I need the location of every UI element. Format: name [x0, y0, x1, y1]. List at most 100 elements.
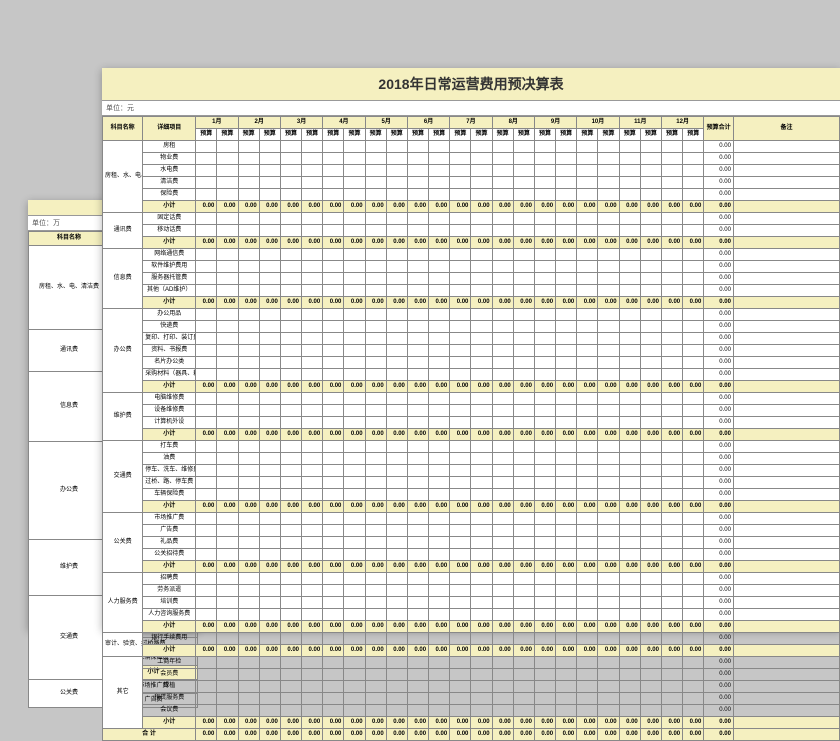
value-cell — [386, 657, 407, 669]
subtotal-cell: 0.00 — [492, 561, 513, 573]
value-cell — [407, 177, 428, 189]
subtotal-cell: 0.00 — [471, 381, 492, 393]
table-row: 人力服务费招聘费0.00 — [103, 573, 840, 585]
value-cell — [598, 189, 619, 201]
value-cell — [323, 525, 344, 537]
col-month: 5月 — [365, 117, 407, 129]
subtotal-cell: 0.00 — [217, 381, 238, 393]
detail-cell: 工商年检 — [143, 657, 196, 669]
subtotal-cell: 0.00 — [661, 429, 682, 441]
subtotal-cell: 0.00 — [429, 717, 450, 729]
value-cell — [302, 669, 323, 681]
subtotal-cell: 0.00 — [217, 429, 238, 441]
value-cell — [492, 309, 513, 321]
value-cell — [259, 525, 280, 537]
value-cell — [259, 153, 280, 165]
value-cell — [513, 177, 534, 189]
subtotal-cell: 0.00 — [598, 237, 619, 249]
value-cell — [344, 489, 365, 501]
value-cell — [386, 693, 407, 705]
value-cell — [344, 705, 365, 717]
value-cell — [640, 609, 661, 621]
subtotal-cell: 0.00 — [365, 621, 386, 633]
value-cell — [280, 225, 301, 237]
subtotal-cell: 0.00 — [640, 501, 661, 513]
value-cell — [619, 465, 640, 477]
subtotal-total: 0.00 — [704, 381, 734, 393]
value-cell — [577, 609, 598, 621]
value-cell — [323, 537, 344, 549]
subtotal-cell: 0.00 — [619, 645, 640, 657]
subtotal-row: 小计0.000.000.000.000.000.000.000.000.000.… — [103, 501, 840, 513]
value-cell — [513, 453, 534, 465]
value-cell — [302, 537, 323, 549]
value-cell — [259, 669, 280, 681]
value-cell — [344, 453, 365, 465]
value-cell — [619, 189, 640, 201]
value-cell — [365, 633, 386, 645]
value-cell — [259, 597, 280, 609]
value-cell — [513, 657, 534, 669]
subtotal-label: 小计 — [143, 237, 196, 249]
value-cell — [556, 249, 577, 261]
subtotal-cell: 0.00 — [661, 201, 682, 213]
value-cell — [365, 441, 386, 453]
detail-cell: 绿植 — [143, 681, 196, 693]
value-cell — [323, 345, 344, 357]
value-cell — [280, 405, 301, 417]
value-cell — [344, 405, 365, 417]
subtotal-cell: 0.00 — [196, 381, 217, 393]
value-cell — [534, 597, 555, 609]
value-cell — [386, 393, 407, 405]
value-cell — [365, 345, 386, 357]
value-cell — [471, 489, 492, 501]
value-cell — [577, 393, 598, 405]
value-cell — [556, 189, 577, 201]
col-category: 科目名称 — [103, 117, 143, 141]
value-cell — [556, 609, 577, 621]
title-bar: 2018年日常运营费用预决算表 — [102, 68, 840, 101]
value-cell — [661, 537, 682, 549]
value-cell — [683, 393, 704, 405]
value-cell — [238, 657, 259, 669]
col-sub: 预算 — [534, 129, 555, 141]
value-cell — [280, 189, 301, 201]
value-cell — [683, 261, 704, 273]
value-cell — [280, 369, 301, 381]
subtotal-cell: 0.00 — [280, 201, 301, 213]
value-cell — [598, 393, 619, 405]
value-cell — [238, 441, 259, 453]
value-cell — [196, 441, 217, 453]
subtotal-cell: 0.00 — [365, 561, 386, 573]
detail-cell: 其他（AD维护） — [143, 285, 196, 297]
value-cell — [640, 405, 661, 417]
detail-cell: 银行手续费用 — [143, 633, 196, 645]
subtotal-cell: 0.00 — [513, 561, 534, 573]
value-cell — [238, 357, 259, 369]
subtotal-cell: 0.00 — [471, 429, 492, 441]
value-cell — [619, 213, 640, 225]
subtotal-cell: 0.00 — [556, 297, 577, 309]
value-cell — [217, 633, 238, 645]
value-cell — [365, 213, 386, 225]
value-cell — [238, 213, 259, 225]
subtotal-cell: 0.00 — [238, 561, 259, 573]
col-sub: 预算 — [323, 129, 344, 141]
value-cell — [534, 273, 555, 285]
subtotal-cell: 0.00 — [598, 381, 619, 393]
value-cell — [386, 141, 407, 153]
row-total: 0.00 — [704, 309, 734, 321]
value-cell — [471, 189, 492, 201]
value-cell — [365, 369, 386, 381]
detail-cell: 过桥、路、停车费 — [143, 477, 196, 489]
value-cell — [365, 609, 386, 621]
grand-cell: 0.00 — [344, 729, 365, 741]
value-cell — [556, 393, 577, 405]
value-cell — [429, 153, 450, 165]
value-cell — [238, 333, 259, 345]
value-cell — [683, 657, 704, 669]
value-cell — [386, 633, 407, 645]
col-month: 10月 — [577, 117, 619, 129]
subtotal-cell: 0.00 — [640, 717, 661, 729]
subtotal-cell: 0.00 — [683, 621, 704, 633]
